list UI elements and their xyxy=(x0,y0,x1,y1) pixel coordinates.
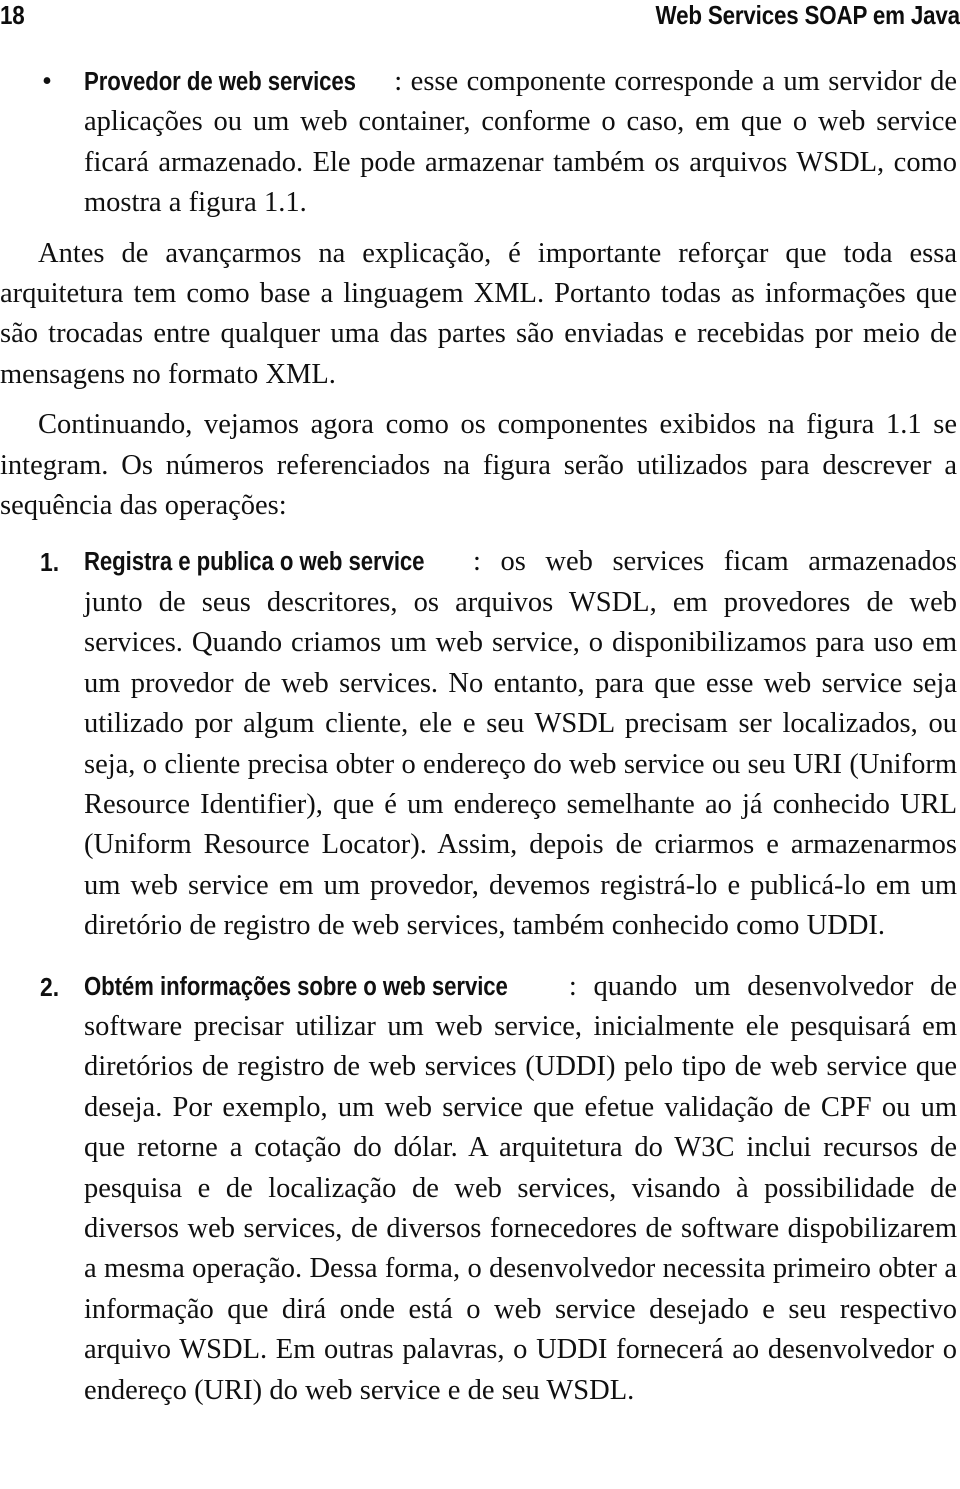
step-body: : quando um desenvolvedor de software pr… xyxy=(84,970,957,1406)
step-lead: Registra e publica o web service xyxy=(84,548,425,577)
list-item: • Provedor de web services: esse compone… xyxy=(0,62,957,224)
list-item-number: 2. xyxy=(40,971,60,1002)
step-lead: Obtém informações sobre o web service xyxy=(84,972,508,1001)
bullet-item-lead: Provedor de web services xyxy=(84,68,356,96)
running-head-title: Web Services SOAP em Java xyxy=(655,0,960,30)
step-text: Obtém informações sobre o web service: q… xyxy=(84,967,957,1411)
bullet-item-text: Provedor de web services: esse component… xyxy=(84,62,957,224)
text-column: • Provedor de web services: esse compone… xyxy=(0,62,957,1411)
bullet-list: • Provedor de web services: esse compone… xyxy=(0,62,957,224)
list-item-number: 1. xyxy=(40,547,60,578)
list-item: 1. Registra e publica o web service: os … xyxy=(0,542,957,946)
bullet-icon: • xyxy=(42,66,52,97)
list-item: 2. Obtém informações sobre o web service… xyxy=(0,967,957,1411)
step-body: : os web services ficam armazenados junt… xyxy=(84,546,957,942)
step-text: Registra e publica o web service: os web… xyxy=(84,542,957,946)
paragraph-continuando: Continuando, vejamos agora como os compo… xyxy=(0,409,957,522)
running-head: 18 Web Services SOAP em Java xyxy=(0,0,960,40)
numbered-list: 1. Registra e publica o web service: os … xyxy=(0,542,957,1411)
page-number: 18 xyxy=(0,0,25,30)
book-page: 18 Web Services SOAP em Java • Provedor … xyxy=(0,0,960,1489)
paragraph-xml: Antes de avançarmos na explicação, é imp… xyxy=(0,237,957,390)
